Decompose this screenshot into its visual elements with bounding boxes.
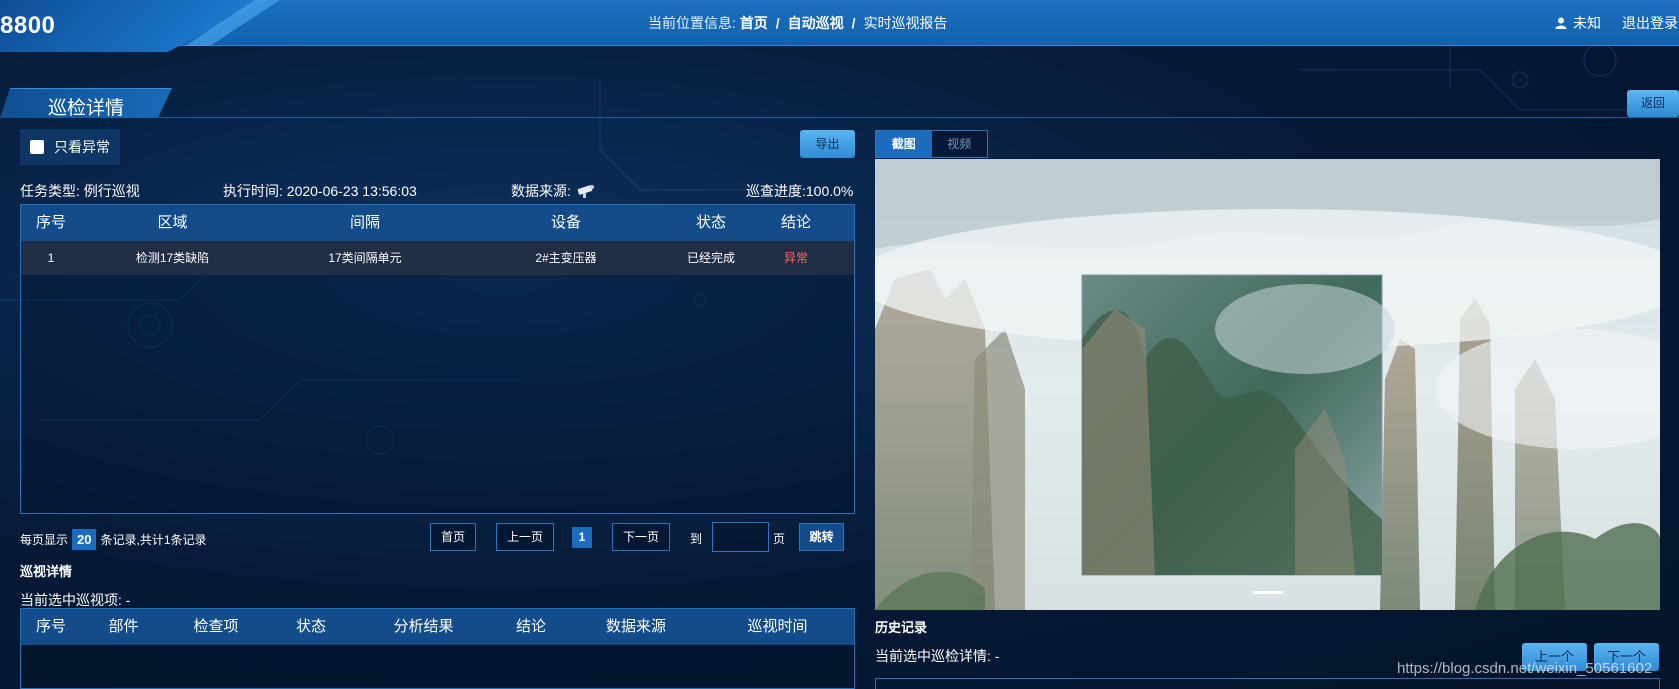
current-page-number[interactable]: 1 xyxy=(572,527,592,548)
screenshot-viewer[interactable] xyxy=(875,159,1660,610)
brand-logo: 8800 xyxy=(0,12,56,39)
cell-device: 2#主变压器 xyxy=(535,251,597,265)
detection-crop-box[interactable] xyxy=(1081,274,1395,576)
column-header[interactable]: 数据来源 xyxy=(571,609,701,645)
brand-stripe-decoration xyxy=(185,0,280,46)
column-header[interactable]: 状态 xyxy=(666,205,756,241)
cell-no: 1 xyxy=(47,251,55,265)
detail-table-header: 序号 部件 检查项 状态 分析结果 结论 数据来源 巡视时间 xyxy=(21,609,854,645)
only-abnormal-filter[interactable]: 只看异常 xyxy=(20,129,120,165)
selected-patrol-detail: 当前选中巡检详情: - xyxy=(875,648,1000,664)
back-button[interactable]: 返回 xyxy=(1627,90,1679,117)
column-header[interactable]: 序号 xyxy=(21,609,81,645)
only-abnormal-label: 只看异常 xyxy=(54,139,110,155)
column-header[interactable]: 巡视时间 xyxy=(701,609,854,645)
breadcrumb-prefix: 当前位置信息: xyxy=(648,15,736,31)
detail-table: 序号 部件 检查项 状态 分析结果 结论 数据来源 巡视时间 xyxy=(20,608,855,689)
column-header[interactable]: 状态 xyxy=(266,609,356,645)
page-size-select[interactable]: 20 xyxy=(72,529,97,550)
goto-page-input[interactable] xyxy=(712,522,769,552)
cell-status: 已经完成 xyxy=(686,251,735,265)
goto-suffix: 页 xyxy=(773,532,786,546)
selected-patrol-item: 当前选中巡视项: - xyxy=(20,592,131,608)
cell-area: 检测17类缺陷 xyxy=(135,251,210,265)
cell-conclusion: 异常 xyxy=(783,251,808,265)
viewer-tabs: 截图 视频 xyxy=(875,130,988,158)
patrol-detail-title: 巡视详情 xyxy=(20,564,73,579)
per-page-prefix: 每页显示 xyxy=(20,533,69,547)
cell-interval: 17类间隔单元 xyxy=(328,251,402,265)
user-menu[interactable]: 未知 xyxy=(1555,13,1601,33)
top-header: 8800 当前位置信息: 首页 / 自动巡视 / 实时巡视报告 未知 退出登录 xyxy=(0,0,1679,52)
page-size-info: 每页显示 20 条记录,共计1条记录 xyxy=(20,529,207,550)
exec-time: 执行时间: 2020-06-23 13:56:03 xyxy=(223,183,417,199)
page-title: 巡检详情 xyxy=(48,98,125,119)
breadcrumb: 当前位置信息: 首页 / 自动巡视 / 实时巡视报告 xyxy=(648,13,948,33)
task-table-header: 序号 区域 间隔 设备 状态 结论 xyxy=(21,205,854,241)
column-header[interactable]: 部件 xyxy=(81,609,166,645)
breadcrumb-auto-patrol[interactable]: 自动巡视 xyxy=(788,15,844,31)
next-page-button[interactable]: 下一页 xyxy=(612,523,670,551)
column-header[interactable]: 结论 xyxy=(491,609,571,645)
goto-prefix: 到 xyxy=(690,532,703,546)
breadcrumb-realtime-report: 实时巡视报告 xyxy=(863,15,948,31)
breadcrumb-separator: / xyxy=(851,15,856,31)
column-header[interactable]: 结论 xyxy=(756,205,836,241)
column-header[interactable]: 区域 xyxy=(81,205,264,241)
patrol-progress: 巡查进度:100.0% xyxy=(746,183,854,199)
column-header[interactable]: 检查项 xyxy=(166,609,266,645)
logout-link[interactable]: 退出登录 xyxy=(1622,13,1678,33)
tab-video[interactable]: 视频 xyxy=(931,131,987,157)
user-icon xyxy=(1555,17,1567,29)
task-table: 序号 区域 间隔 设备 状态 结论 1 检测17类缺陷 17类间隔单元 2#主变… xyxy=(20,204,855,514)
page-title-tab: 巡检详情 xyxy=(0,88,172,118)
export-button[interactable]: 导出 xyxy=(800,130,855,158)
user-name: 未知 xyxy=(1573,15,1601,31)
data-source: 数据来源: xyxy=(511,181,597,201)
history-title: 历史记录 xyxy=(875,620,928,635)
breadcrumb-separator: / xyxy=(775,15,780,31)
only-abnormal-checkbox[interactable] xyxy=(30,140,44,154)
landscape-image xyxy=(875,159,1660,610)
data-source-label: 数据来源: xyxy=(511,183,571,199)
jump-button[interactable]: 跳转 xyxy=(799,523,844,551)
section-divider xyxy=(0,117,1679,118)
first-page-button[interactable]: 首页 xyxy=(430,523,476,551)
record-count: 条记录,共计1条记录 xyxy=(100,533,207,547)
column-header[interactable]: 序号 xyxy=(21,205,81,241)
breadcrumb-home[interactable]: 首页 xyxy=(740,15,768,31)
camera-icon xyxy=(577,185,594,198)
table-row[interactable]: 1 检测17类缺陷 17类间隔单元 2#主变压器 已经完成 异常 xyxy=(21,241,854,275)
column-header[interactable]: 间隔 xyxy=(264,205,466,241)
tab-screenshot[interactable]: 截图 xyxy=(876,131,932,157)
column-header[interactable]: 分析结果 xyxy=(356,609,491,645)
watermark-text: https://blog.csdn.net/weixin_50561602 xyxy=(1397,660,1653,677)
prev-page-button[interactable]: 上一页 xyxy=(496,523,554,551)
slide-indicator[interactable] xyxy=(1253,591,1283,594)
history-list xyxy=(875,678,1660,689)
task-type: 任务类型: 例行巡视 xyxy=(20,183,140,199)
column-header[interactable]: 设备 xyxy=(466,205,666,241)
